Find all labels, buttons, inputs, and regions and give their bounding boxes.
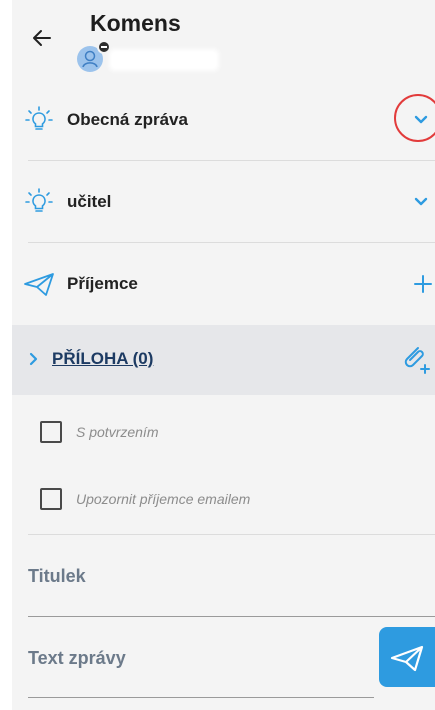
role-select[interactable]: učitel — [12, 180, 435, 224]
send-button[interactable] — [379, 627, 435, 687]
notify-email-checkbox-row[interactable]: Upozornit příjemce emailem — [40, 488, 250, 510]
plus-icon[interactable] — [412, 273, 434, 295]
chevron-right-icon[interactable] — [26, 351, 42, 367]
lightbulb-icon — [24, 105, 54, 135]
compose-message-page: Komens Obecná zpráva učitel Příjemce PŘÍ… — [12, 0, 435, 710]
paper-plane-icon — [22, 269, 54, 299]
status-badge — [97, 40, 111, 54]
recipients-row[interactable]: Příjemce — [12, 262, 435, 306]
confirmation-label: S potvrzením — [76, 424, 159, 440]
attachments-toggle[interactable]: PŘÍLOHA (0) — [52, 349, 153, 369]
subject-underline — [28, 616, 435, 617]
message-type-label: Obecná zpráva — [67, 110, 188, 129]
recipients-label: Příjemce — [67, 274, 138, 293]
subject-field[interactable]: Titulek — [28, 566, 86, 587]
role-label: učitel — [67, 192, 112, 211]
divider — [28, 242, 435, 243]
chevron-down-icon[interactable] — [410, 191, 432, 213]
notify-email-checkbox[interactable] — [40, 488, 62, 510]
divider — [28, 160, 435, 161]
message-body-underline — [28, 697, 374, 698]
paper-plane-icon — [390, 645, 424, 672]
page-title: Komens — [90, 10, 181, 36]
confirmation-checkbox[interactable] — [40, 421, 62, 443]
notify-email-label: Upozornit příjemce emailem — [76, 491, 251, 507]
paperclip-add-icon[interactable] — [398, 342, 432, 376]
highlight-circle — [394, 94, 435, 142]
divider — [28, 534, 435, 535]
redacted-user-name — [112, 52, 216, 68]
back-arrow-icon[interactable] — [28, 24, 56, 52]
confirmation-checkbox-row[interactable]: S potvrzením — [40, 421, 158, 443]
lightbulb-icon — [24, 187, 54, 217]
message-body-field[interactable]: Text zprávy — [28, 648, 126, 669]
message-type-select[interactable]: Obecná zpráva — [12, 98, 435, 142]
